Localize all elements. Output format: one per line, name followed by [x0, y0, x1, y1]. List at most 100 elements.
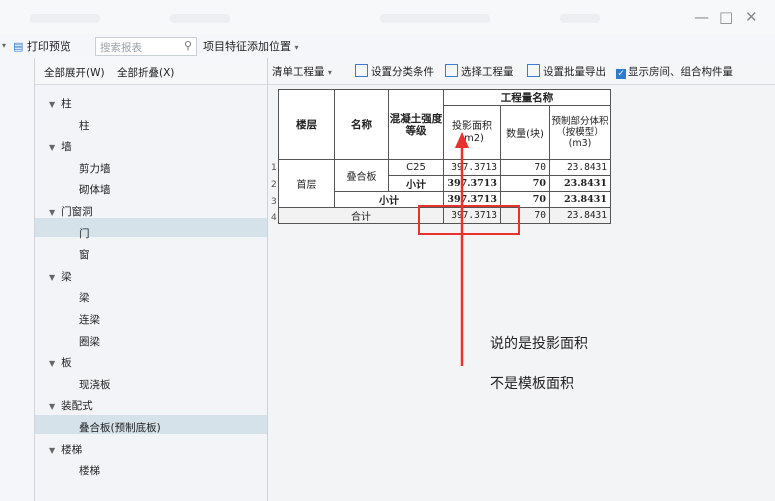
- blurred-title: [560, 14, 600, 23]
- annotation-note-1: 说的是投影面积: [490, 336, 588, 352]
- bill-quantity-dropdown[interactable]: 清单工程量 ▾: [272, 64, 332, 79]
- search-placeholder: 搜索报表: [100, 42, 142, 54]
- print-preview-label: 打印预览: [26, 40, 71, 53]
- annotation-arrow: [455, 132, 469, 366]
- cell-subtotal-label: 小计: [388, 175, 444, 192]
- header-concrete-grade: 混凝土强度等级: [388, 89, 444, 160]
- tree-label: 现浇板: [79, 378, 111, 391]
- header-quantity-group: 工程量名称: [443, 89, 611, 106]
- tree-group[interactable]: ▼ 装配式: [49, 398, 93, 413]
- maximize-button[interactable]: □: [719, 8, 733, 26]
- tree-group[interactable]: ▼ 墙: [49, 139, 72, 154]
- cell-volume: 23.8431: [549, 159, 611, 176]
- row-number: 2: [271, 180, 277, 190]
- checkmark-icon: ✓: [616, 69, 626, 79]
- blurred-title: [380, 14, 490, 23]
- expand-arrow-icon[interactable]: ▼: [49, 359, 55, 368]
- printer-icon: ▤: [13, 40, 24, 53]
- feature-position-dropdown[interactable]: 项目特征添加位置 ▾: [203, 38, 299, 54]
- tree-item[interactable]: 门: [79, 226, 90, 241]
- row-number: 4: [271, 213, 277, 223]
- chevron-down-icon[interactable]: ▾: [2, 41, 6, 50]
- batch-export-button[interactable]: 设置批量导出: [527, 64, 606, 79]
- tree-item[interactable]: 圈梁: [79, 334, 100, 349]
- show-rooms-checkbox[interactable]: ✓ 显示房间、组合构件量: [616, 64, 733, 79]
- tree-label: 门: [79, 227, 90, 240]
- show-rooms-label: 显示房间、组合构件量: [628, 66, 733, 78]
- tree-group[interactable]: ▼ 门窗洞: [49, 204, 93, 219]
- collapse-all-button[interactable]: 全部折叠(X): [117, 65, 174, 80]
- select-quantity-button[interactable]: 选择工程量: [445, 64, 514, 79]
- set-category-label: 设置分类条件: [371, 66, 434, 78]
- report-search-input[interactable]: 搜索报表 ⚲: [95, 37, 197, 56]
- cell-volume: 23.8431: [549, 207, 611, 224]
- blurred-title: [30, 14, 100, 23]
- tree-selection-highlight: [35, 218, 267, 237]
- quantity-table: 楼层 名称 混凝土强度等级 工程量名称 投影面积(m2) 数量(块) 预制部分体…: [278, 89, 611, 224]
- cell-volume: 23.8431: [549, 191, 611, 208]
- tree-label: 梁: [61, 270, 72, 283]
- feature-position-label: 项目特征添加位置: [203, 40, 291, 53]
- tree-label: 装配式: [61, 400, 93, 413]
- header-prefab-volume: 预制部分体积（按模型）(m3): [549, 105, 611, 160]
- export-icon: [527, 64, 540, 77]
- bill-quantity-label: 清单工程量: [272, 66, 325, 78]
- expand-arrow-icon[interactable]: ▼: [49, 100, 55, 109]
- main-toolbar: ▾ ▤ 打印预览 搜索报表 ⚲ 项目特征添加位置 ▾: [0, 34, 775, 59]
- left-gutter: [0, 58, 35, 501]
- search-icon[interactable]: ⚲: [184, 39, 192, 52]
- tree-group[interactable]: ▼ 柱: [49, 96, 72, 111]
- tree-item[interactable]: 叠合板(预制底板): [79, 420, 161, 435]
- tree-label: 砌体墙: [79, 184, 111, 197]
- tree-header: 全部展开(W) 全部折叠(X): [35, 58, 267, 85]
- header-floor: 楼层: [278, 89, 335, 160]
- tree-label: 连梁: [79, 314, 100, 326]
- row-number: 3: [271, 197, 277, 207]
- tree-item[interactable]: 连梁: [79, 312, 100, 327]
- tree-group[interactable]: ▼ 梁: [49, 269, 72, 284]
- expand-arrow-icon[interactable]: ▼: [49, 446, 55, 455]
- expand-arrow-icon[interactable]: ▼: [49, 143, 55, 152]
- tree-label: 梁: [79, 292, 90, 305]
- expand-arrow-icon[interactable]: ▼: [49, 273, 55, 282]
- tree-label: 柱: [79, 119, 90, 132]
- tree-item[interactable]: 梁: [79, 290, 90, 305]
- set-category-button[interactable]: 设置分类条件: [355, 64, 434, 79]
- header-count: 数量(块): [500, 105, 550, 160]
- cell-name: 叠合板: [334, 159, 389, 192]
- tree-group[interactable]: ▼ 板: [49, 355, 72, 370]
- tree-label: 墙: [61, 141, 72, 154]
- expand-arrow-icon[interactable]: ▼: [49, 208, 55, 217]
- tree-group[interactable]: ▼ 楼梯: [49, 442, 82, 457]
- tree-label: 门窗洞: [61, 206, 93, 218]
- cell-volume: 23.8431: [549, 175, 611, 192]
- cell-count: 70: [500, 159, 550, 176]
- tree-item[interactable]: 现浇板: [79, 377, 111, 392]
- tree-item[interactable]: 剪力墙: [79, 161, 111, 176]
- tree-label: 叠合板(预制底板): [79, 422, 161, 434]
- print-preview-button[interactable]: ▤ 打印预览: [13, 38, 71, 54]
- tree-item[interactable]: 窗: [79, 247, 90, 262]
- expand-arrow-icon[interactable]: ▼: [49, 402, 55, 411]
- category-icon: [355, 64, 368, 77]
- minimize-button[interactable]: —: [694, 8, 709, 26]
- tree-item[interactable]: 柱: [79, 118, 90, 133]
- expand-all-button[interactable]: 全部展开(W): [44, 65, 105, 80]
- report-toolbar: 清单工程量 ▾ 设置分类条件 选择工程量 设置批量导出 ✓ 显示房间、组合构件量: [268, 58, 775, 85]
- blurred-title: [170, 14, 230, 23]
- arrow-head: [455, 132, 469, 148]
- table-row: 首层 叠合板 C25 397.3713 70 23.8431: [278, 159, 611, 208]
- tree-item[interactable]: 砌体墙: [79, 182, 111, 197]
- tree-item[interactable]: 楼梯: [79, 463, 100, 478]
- chevron-down-icon: ▾: [294, 43, 299, 52]
- chevron-down-icon: ▾: [327, 68, 332, 77]
- tree-label: 楼梯: [61, 443, 83, 456]
- tree-label: 剪力墙: [79, 162, 111, 175]
- tree-label: 圈梁: [79, 335, 100, 348]
- close-button[interactable]: ✕: [745, 8, 758, 26]
- tree-label: 柱: [61, 98, 72, 110]
- cell-count: 70: [500, 175, 550, 192]
- tree-label: 窗: [79, 249, 90, 262]
- header-name: 名称: [334, 89, 389, 160]
- tree-label: 楼梯: [79, 465, 100, 478]
